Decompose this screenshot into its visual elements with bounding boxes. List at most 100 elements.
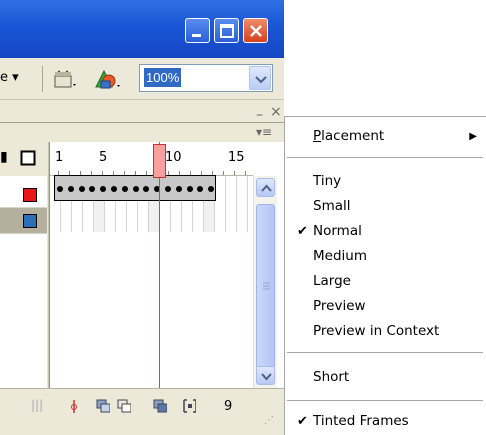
- menu-item-medium[interactable]: Medium: [285, 244, 486, 269]
- menu-item-tiny[interactable]: Tiny: [285, 169, 486, 194]
- keyframe-dot[interactable]: [78, 186, 85, 192]
- frame-cell[interactable]: [127, 204, 138, 232]
- frame-cell[interactable]: [215, 204, 226, 232]
- menu-separator: [287, 352, 483, 353]
- zoom-combobox[interactable]: 100%: [139, 64, 273, 92]
- timeline-panel-header: – × ▾≡: [0, 100, 284, 142]
- submenu-arrow-icon: ▶: [469, 131, 477, 142]
- menu-item-normal[interactable]: ✔ Normal: [285, 219, 486, 244]
- keyframe-dot[interactable]: [111, 186, 117, 192]
- close-panel-icon[interactable]: ×: [270, 105, 282, 119]
- frame-cell[interactable]: [237, 176, 248, 204]
- frame-cell[interactable]: [94, 204, 105, 232]
- check-icon: ✔: [297, 414, 308, 429]
- ruler-number: 1: [55, 150, 64, 165]
- ruler-tick: [245, 171, 246, 175]
- edit-multiple-frames-icon[interactable]: [153, 399, 167, 413]
- frame-cell[interactable]: [171, 204, 182, 232]
- layer-row[interactable]: [0, 182, 47, 208]
- modify-onion-markers-icon[interactable]: [182, 399, 196, 413]
- menu-item-small[interactable]: Small: [285, 194, 486, 219]
- frame-cell[interactable]: [226, 204, 237, 232]
- scroll-thumb[interactable]: [256, 204, 275, 369]
- frame-cell[interactable]: [61, 204, 72, 232]
- playhead-line[interactable]: [159, 142, 160, 427]
- layer-row-selected[interactable]: [0, 208, 47, 234]
- grip-icon: [263, 282, 270, 290]
- panel-header-divider: [0, 122, 284, 123]
- maximize-button[interactable]: [214, 18, 239, 43]
- menu-separator: [287, 400, 483, 401]
- keyframe-dot[interactable]: [186, 186, 193, 192]
- frame-cells[interactable]: [50, 176, 253, 388]
- size-grip-icon[interactable]: ⋰: [264, 415, 274, 426]
- keyframe-dot[interactable]: [89, 186, 96, 192]
- collapse-panel-icon[interactable]: –: [256, 108, 263, 122]
- menu-item-short[interactable]: Short: [285, 365, 486, 390]
- frame-cell[interactable]: [72, 204, 83, 232]
- edit-symbols-icon[interactable]: [92, 67, 124, 91]
- check-icon: ✔: [297, 224, 308, 239]
- panel-options-icon[interactable]: ▾≡: [256, 125, 272, 139]
- layer-color-swatch[interactable]: [23, 188, 37, 202]
- menu-item-tinted-frames[interactable]: ✔ Tinted Frames: [285, 409, 486, 434]
- keyframe-dot[interactable]: [57, 186, 63, 192]
- resize-grip-icon[interactable]: |||: [31, 398, 43, 412]
- close-button[interactable]: [243, 18, 268, 43]
- lock-column-icon[interactable]: ▮: [0, 149, 8, 165]
- layer-color-swatch[interactable]: [23, 214, 37, 228]
- scroll-down-button[interactable]: [256, 366, 275, 385]
- zoom-dropdown-button[interactable]: [249, 66, 271, 90]
- zoom-value[interactable]: 100%: [144, 68, 182, 87]
- frame-cell[interactable]: [138, 204, 149, 232]
- menu-separator: [287, 157, 483, 158]
- vertical-scrollbar[interactable]: [253, 176, 277, 388]
- keyframe-dot[interactable]: [121, 186, 128, 192]
- frame-view-menu: Placement ▶ Tiny Small ✔ Normal Medium L…: [284, 116, 486, 435]
- frame-cell[interactable]: [105, 204, 116, 232]
- main-toolbar: e ▾ 100%: [0, 58, 284, 100]
- keyframe-dot[interactable]: [197, 186, 204, 192]
- window-titlebar: [0, 0, 284, 58]
- ruler-number: 5: [99, 150, 108, 165]
- toolbar-separator: [42, 66, 43, 92]
- chevron-down-icon: [261, 373, 272, 381]
- frame-cell[interactable]: [116, 204, 127, 232]
- playhead-handle[interactable]: [153, 144, 166, 178]
- chevron-down-icon: [255, 76, 267, 84]
- keyframe-dot[interactable]: [165, 186, 171, 192]
- menu-item-preview-in-context[interactable]: Preview in Context: [285, 319, 486, 344]
- frame-cell[interactable]: [182, 204, 193, 232]
- menu-item-preview[interactable]: Preview: [285, 294, 486, 319]
- minimize-button[interactable]: [185, 18, 210, 43]
- keyframe-dot[interactable]: [132, 186, 139, 192]
- frame-grid-area[interactable]: 1 5 10 15 o: [50, 142, 253, 388]
- keyframe-dot[interactable]: [143, 186, 150, 192]
- frame-cell[interactable]: [160, 204, 171, 232]
- layer-list: ▮: [0, 142, 47, 388]
- keyframe-dot[interactable]: [175, 186, 182, 192]
- frame-ruler[interactable]: 1 5 10 15: [50, 142, 253, 176]
- frame-cell[interactable]: [215, 176, 226, 204]
- keyframe-dot[interactable]: [208, 186, 215, 192]
- scroll-up-button[interactable]: [256, 178, 275, 197]
- frame-cell[interactable]: [50, 204, 61, 232]
- frame-cell[interactable]: [193, 204, 204, 232]
- keyframe-dot[interactable]: [100, 186, 107, 192]
- frame-cell[interactable]: [237, 204, 248, 232]
- keyframe-span[interactable]: [54, 175, 216, 201]
- close-icon: [250, 25, 262, 37]
- menu-item-large[interactable]: Large: [285, 269, 486, 294]
- menu-item-placement[interactable]: Placement ▶: [285, 124, 486, 149]
- keyframe-dot[interactable]: [67, 186, 74, 192]
- current-frame-number: 9: [224, 399, 233, 414]
- frame-cell[interactable]: [226, 176, 237, 204]
- frame-cell[interactable]: [204, 204, 215, 232]
- frame-cell[interactable]: [83, 204, 94, 232]
- edit-scene-icon[interactable]: [52, 68, 78, 90]
- center-frame-icon[interactable]: [67, 399, 81, 413]
- onion-skin-icon[interactable]: [96, 399, 110, 413]
- onion-skin-outlines-icon[interactable]: [117, 399, 131, 413]
- outline-toggle-icon[interactable]: [20, 150, 36, 166]
- edit-menu-fragment[interactable]: e ▾: [0, 70, 19, 85]
